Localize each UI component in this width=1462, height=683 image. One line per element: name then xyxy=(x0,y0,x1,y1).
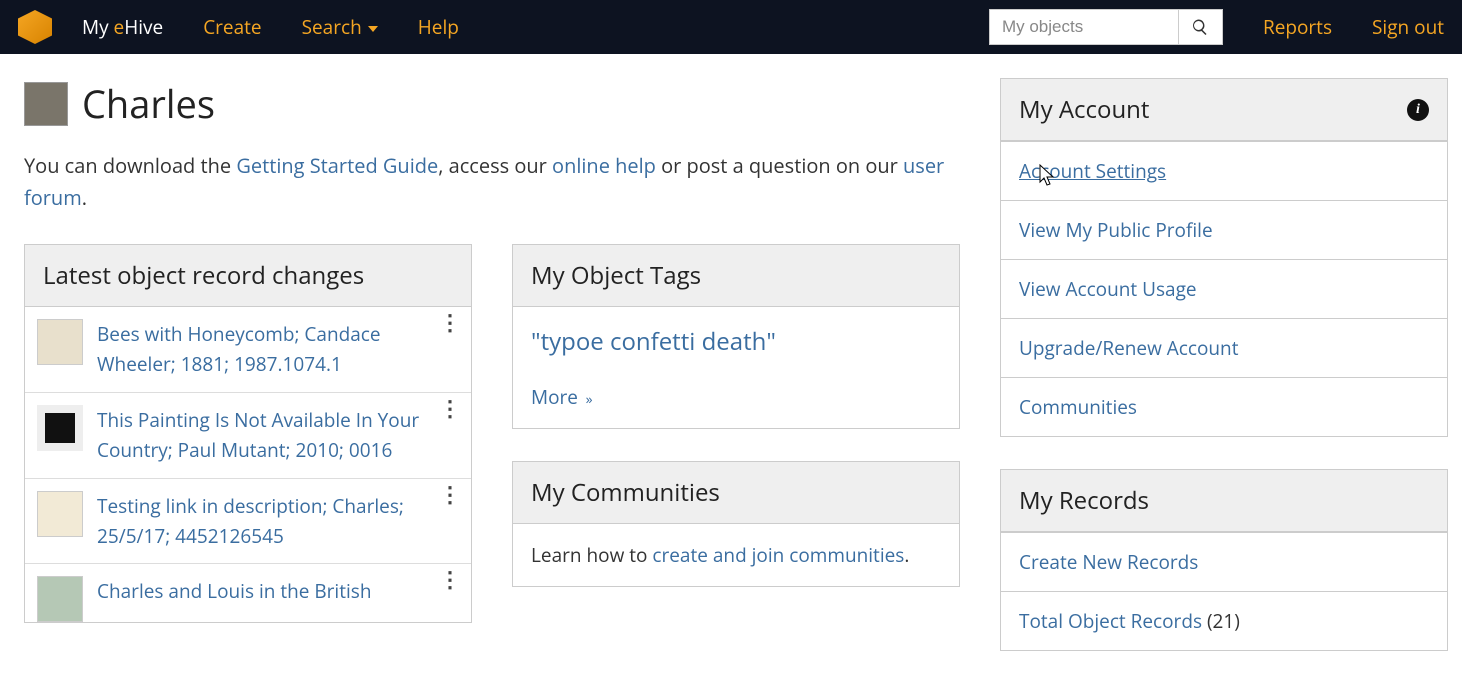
sidebar-item-create-records[interactable]: Create New Records xyxy=(1001,532,1447,591)
nav-help[interactable]: Help xyxy=(418,14,459,40)
link-account-settings[interactable]: Account Settings xyxy=(1019,158,1166,184)
nav-search-label: Search xyxy=(302,14,362,40)
object-row: This Painting Is Not Available In Your C… xyxy=(25,392,471,478)
nav-create[interactable]: Create xyxy=(203,14,261,40)
communities-text: Learn how to xyxy=(531,542,652,568)
link-create-join-communities[interactable]: create and join communities xyxy=(652,542,904,568)
logo-icon[interactable] xyxy=(18,10,52,44)
sidebar-item-account-usage[interactable]: View Account Usage xyxy=(1001,259,1447,318)
object-thumb[interactable] xyxy=(37,491,83,537)
nav-my-ehive[interactable]: My eHive xyxy=(82,14,163,40)
link-total-records[interactable]: Total Object Records xyxy=(1019,608,1202,634)
kebab-icon[interactable]: ⋮ xyxy=(439,319,459,327)
caret-down-icon xyxy=(368,26,378,32)
panel-communities: My Communities Learn how to create and j… xyxy=(512,461,960,587)
kebab-icon[interactable]: ⋮ xyxy=(439,405,459,413)
object-link[interactable]: This Painting Is Not Available In Your C… xyxy=(97,405,425,466)
panel-my-account: My Account i Account Settings View My Pu… xyxy=(1000,78,1448,437)
object-link[interactable]: Bees with Honeycomb; Candace Wheeler; 18… xyxy=(97,319,425,380)
panel-title-account: My Account xyxy=(1019,93,1149,126)
link-public-profile[interactable]: View My Public Profile xyxy=(1019,217,1213,243)
object-thumb[interactable] xyxy=(37,576,83,622)
nav-reports[interactable]: Reports xyxy=(1263,14,1332,40)
page-title: Charles xyxy=(82,78,215,130)
sidebar-item-total-records[interactable]: Total Object Records (21) xyxy=(1001,591,1447,650)
object-row: Charles and Louis in the British ⋮ xyxy=(25,563,471,622)
nav-signout[interactable]: Sign out xyxy=(1372,14,1444,40)
panel-head-latest: Latest object record changes xyxy=(25,245,471,307)
link-upgrade-account[interactable]: Upgrade/Renew Account xyxy=(1019,335,1238,361)
info-icon[interactable]: i xyxy=(1407,99,1429,121)
search-button[interactable] xyxy=(1179,9,1223,45)
avatar xyxy=(24,82,68,126)
navbar: My eHive Create Search Help Reports Sign… xyxy=(0,0,1462,54)
more-tags-link[interactable]: More » xyxy=(531,384,593,410)
sidebar-item-communities[interactable]: Communities xyxy=(1001,377,1447,436)
panel-head-account: My Account i xyxy=(1001,79,1447,141)
object-row: Bees with Honeycomb; Candace Wheeler; 18… xyxy=(25,307,471,392)
panel-head-communities: My Communities xyxy=(513,462,959,524)
panel-object-tags: My Object Tags "typoe confetti death" Mo… xyxy=(512,244,960,429)
intro-text: You can download the Getting Started Gui… xyxy=(24,150,960,214)
search-icon xyxy=(1191,18,1209,36)
link-online-help[interactable]: online help xyxy=(552,152,656,179)
sidebar-item-public-profile[interactable]: View My Public Profile xyxy=(1001,200,1447,259)
nav-search[interactable]: Search xyxy=(302,14,378,40)
object-thumb[interactable] xyxy=(37,319,83,365)
kebab-icon[interactable]: ⋮ xyxy=(439,576,459,584)
nav-home-prefix: My xyxy=(82,14,114,40)
link-getting-started[interactable]: Getting Started Guide xyxy=(236,152,438,179)
sidebar-item-upgrade[interactable]: Upgrade/Renew Account xyxy=(1001,318,1447,377)
panel-head-records: My Records xyxy=(1001,470,1447,532)
records-count: (21) xyxy=(1207,608,1240,634)
search-group xyxy=(989,9,1223,45)
panel-my-records: My Records Create New Records Total Obje… xyxy=(1000,469,1448,651)
nav-home-suffix: Hive xyxy=(124,14,163,40)
object-thumb[interactable] xyxy=(37,405,83,451)
sidebar-item-account-settings[interactable]: Account Settings xyxy=(1001,141,1447,200)
tag-link[interactable]: "typoe confetti death" xyxy=(531,325,776,358)
search-input[interactable] xyxy=(989,9,1179,45)
chevron-right-icon: » xyxy=(582,390,593,409)
object-link[interactable]: Testing link in description; Charles; 25… xyxy=(97,491,425,552)
panel-latest-changes: Latest object record changes Bees with H… xyxy=(24,244,472,623)
link-create-records[interactable]: Create New Records xyxy=(1019,549,1198,575)
object-link[interactable]: Charles and Louis in the British xyxy=(97,576,425,606)
panel-head-tags: My Object Tags xyxy=(513,245,959,307)
link-communities[interactable]: Communities xyxy=(1019,394,1137,420)
nav-home-e: e xyxy=(114,14,125,40)
link-account-usage[interactable]: View Account Usage xyxy=(1019,276,1197,302)
kebab-icon[interactable]: ⋮ xyxy=(439,491,459,499)
object-row: Testing link in description; Charles; 25… xyxy=(25,478,471,564)
